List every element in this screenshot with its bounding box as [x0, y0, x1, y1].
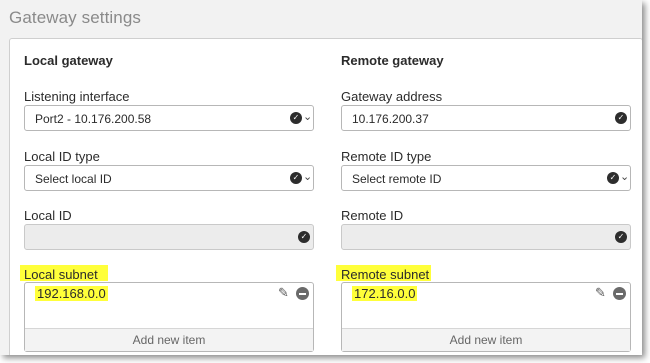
pencil-icon[interactable]: ✎: [595, 286, 609, 300]
remote-id-type-value: Select remote ID: [352, 172, 442, 186]
local-subnet-label: Local subnet: [24, 267, 98, 282]
local-id-label: Local ID: [24, 208, 72, 223]
check-circle-icon: ✓: [298, 231, 310, 243]
chevron-down-icon: ⌄: [303, 111, 313, 123]
local-gateway-title: Local gateway: [24, 53, 113, 68]
local-id-field: ✓: [24, 224, 314, 250]
list-item: 172.16.0.0 ✎: [342, 283, 630, 305]
remote-id-type-label: Remote ID type: [341, 149, 432, 164]
local-subnet-value: 192.168.0.0: [35, 286, 108, 301]
check-circle-icon: ✓: [290, 172, 302, 184]
chevron-down-icon: ⌄: [303, 171, 313, 183]
minus-circle-icon[interactable]: [296, 287, 309, 300]
gateway-card: Local gateway Listening interface Port2 …: [9, 38, 642, 355]
local-id-type-value: Select local ID: [35, 172, 112, 186]
remote-gateway-title: Remote gateway: [341, 53, 444, 68]
gateway-address-label: Gateway address: [341, 89, 443, 104]
gateway-settings-panel: Gateway settings Local gateway Listening…: [0, 0, 642, 355]
check-circle-icon: ✓: [607, 172, 619, 184]
remote-subnet-value: 172.16.0.0: [352, 286, 418, 301]
listening-interface-select[interactable]: Port2 - 10.176.200.58 ✓ ⌄: [24, 105, 314, 131]
remote-subnet-list: 172.16.0.0 ✎ Add new item: [341, 282, 631, 352]
remote-id-type-select[interactable]: Select remote ID ✓ ⌄: [341, 165, 631, 191]
local-id-type-label: Local ID type: [24, 149, 100, 164]
listening-interface-value: Port2 - 10.176.200.58: [35, 112, 152, 126]
list-item: 192.168.0.0 ✎: [25, 283, 313, 305]
minus-circle-icon[interactable]: [613, 287, 626, 300]
local-id-type-select[interactable]: Select local ID ✓ ⌄: [24, 165, 314, 191]
check-circle-icon: ✓: [615, 231, 627, 243]
check-circle-icon: ✓: [615, 112, 627, 124]
remote-subnet-label: Remote subnet: [341, 267, 430, 282]
section-title: Gateway settings: [9, 8, 141, 27]
add-new-item-button[interactable]: Add new item: [342, 328, 630, 351]
remote-id-field: ✓: [341, 224, 631, 250]
check-circle-icon: ✓: [290, 112, 302, 124]
listening-interface-label: Listening interface: [24, 89, 130, 104]
remote-id-label: Remote ID: [341, 208, 404, 223]
local-subnet-list: 192.168.0.0 ✎ Add new item: [24, 282, 314, 352]
chevron-down-icon: ⌄: [620, 171, 630, 183]
gateway-address-input[interactable]: 10.176.200.37 ✓: [341, 105, 631, 131]
pencil-icon[interactable]: ✎: [278, 286, 292, 300]
gateway-address-value: 10.176.200.37: [352, 112, 429, 126]
add-new-item-button[interactable]: Add new item: [25, 328, 313, 351]
